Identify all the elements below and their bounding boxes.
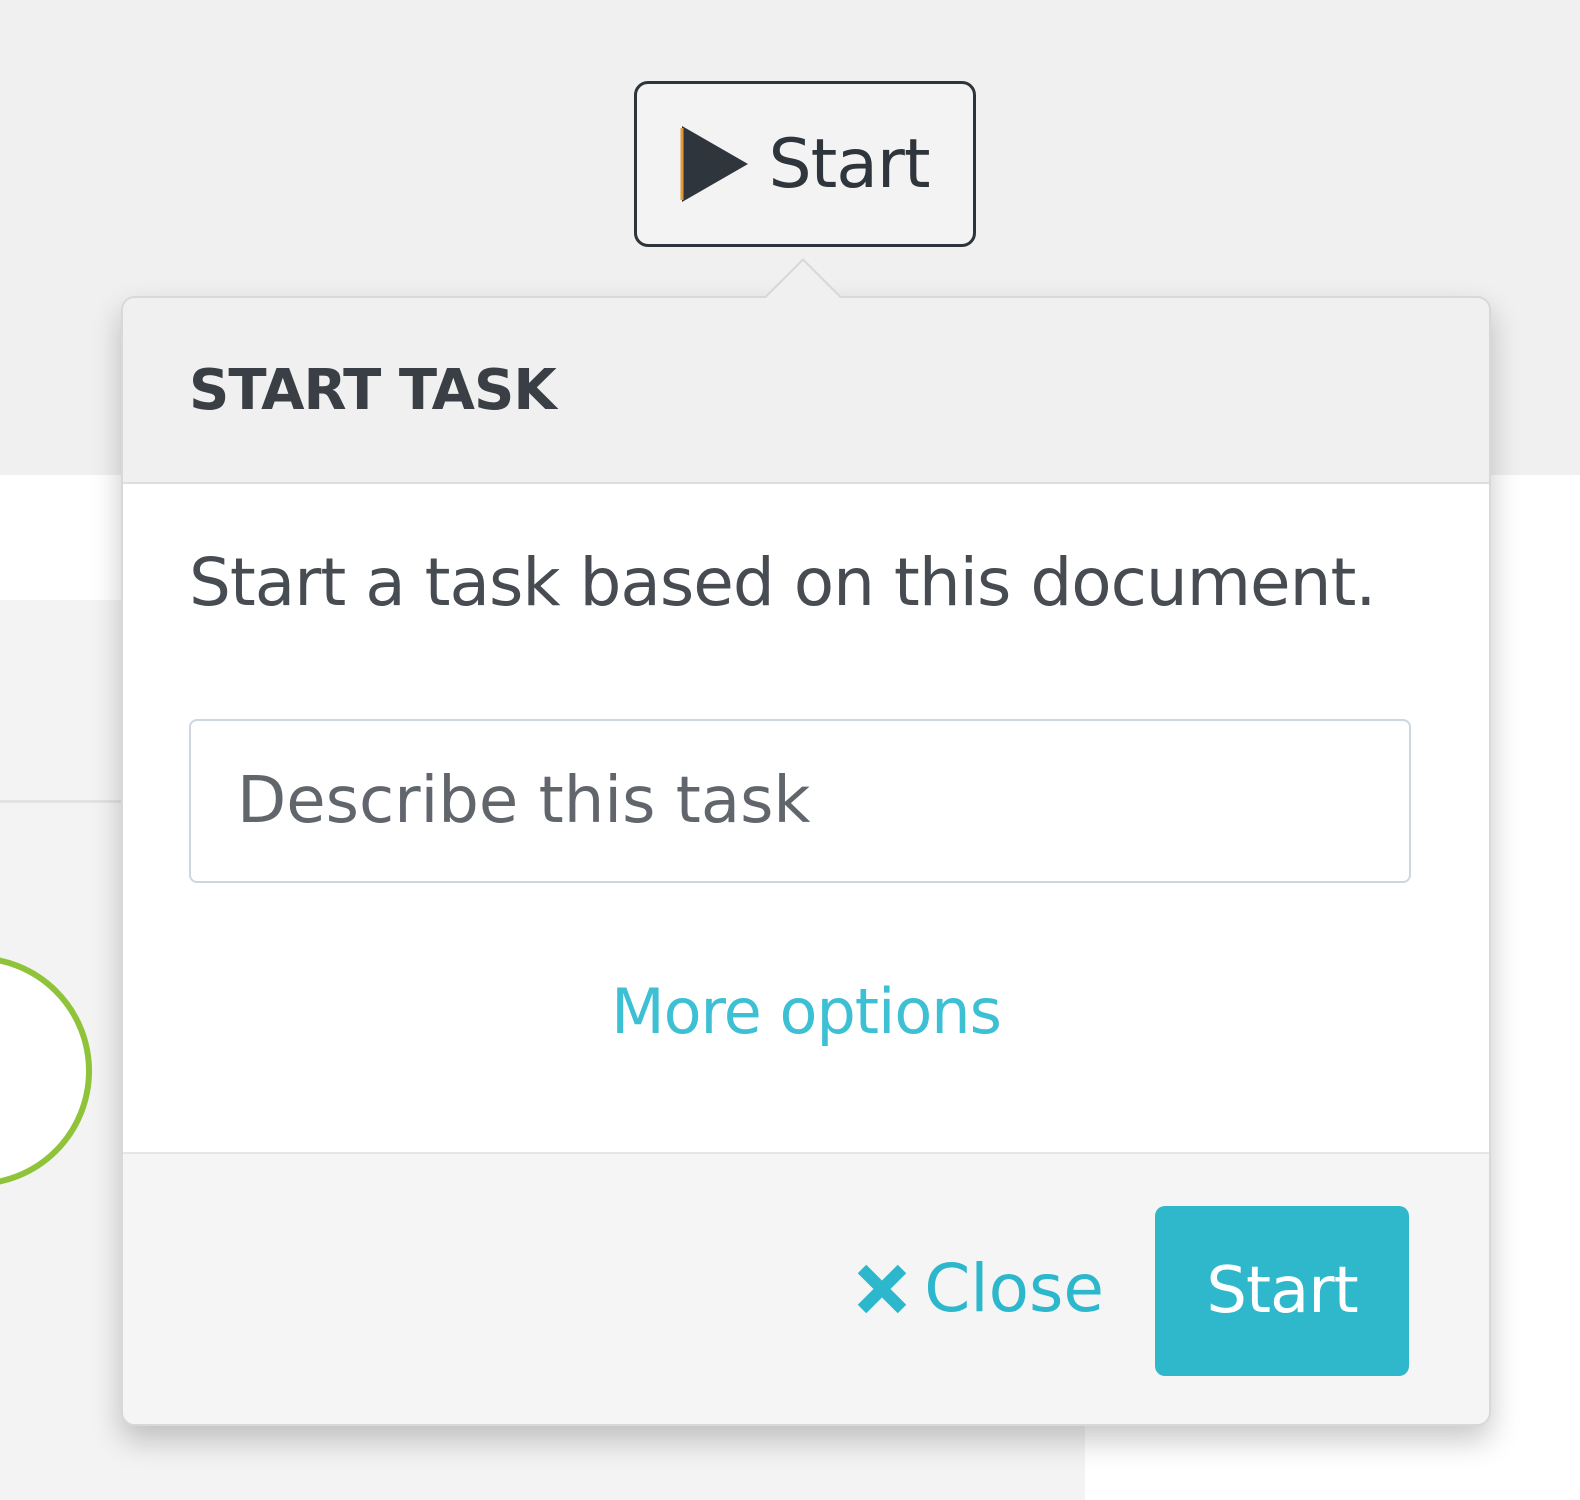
divider [0, 800, 130, 803]
start-submit-button[interactable]: Start [1155, 1206, 1409, 1376]
play-icon [680, 124, 750, 204]
close-icon [854, 1261, 910, 1317]
popover-title: START TASK [189, 358, 557, 423]
popover-header: START TASK [123, 298, 1489, 484]
popover-footer: Close Start [123, 1152, 1489, 1424]
page: Start START TASK Start a task based on t… [0, 0, 1580, 1500]
task-description-input[interactable] [189, 719, 1411, 883]
more-options-link[interactable]: More options [189, 975, 1423, 1048]
popover-description: Start a task based on this document. [189, 544, 1376, 621]
popover-body: Start a task based on this document. Mor… [123, 484, 1489, 1154]
start-task-toggle-button[interactable]: Start [634, 81, 976, 247]
close-button-label: Close [924, 1250, 1104, 1327]
close-button[interactable]: Close [854, 1250, 1104, 1327]
popover-arrow [763, 258, 843, 299]
start-task-toggle-label: Start [768, 124, 930, 204]
start-task-popover: START TASK Start a task based on this do… [121, 258, 1491, 1426]
